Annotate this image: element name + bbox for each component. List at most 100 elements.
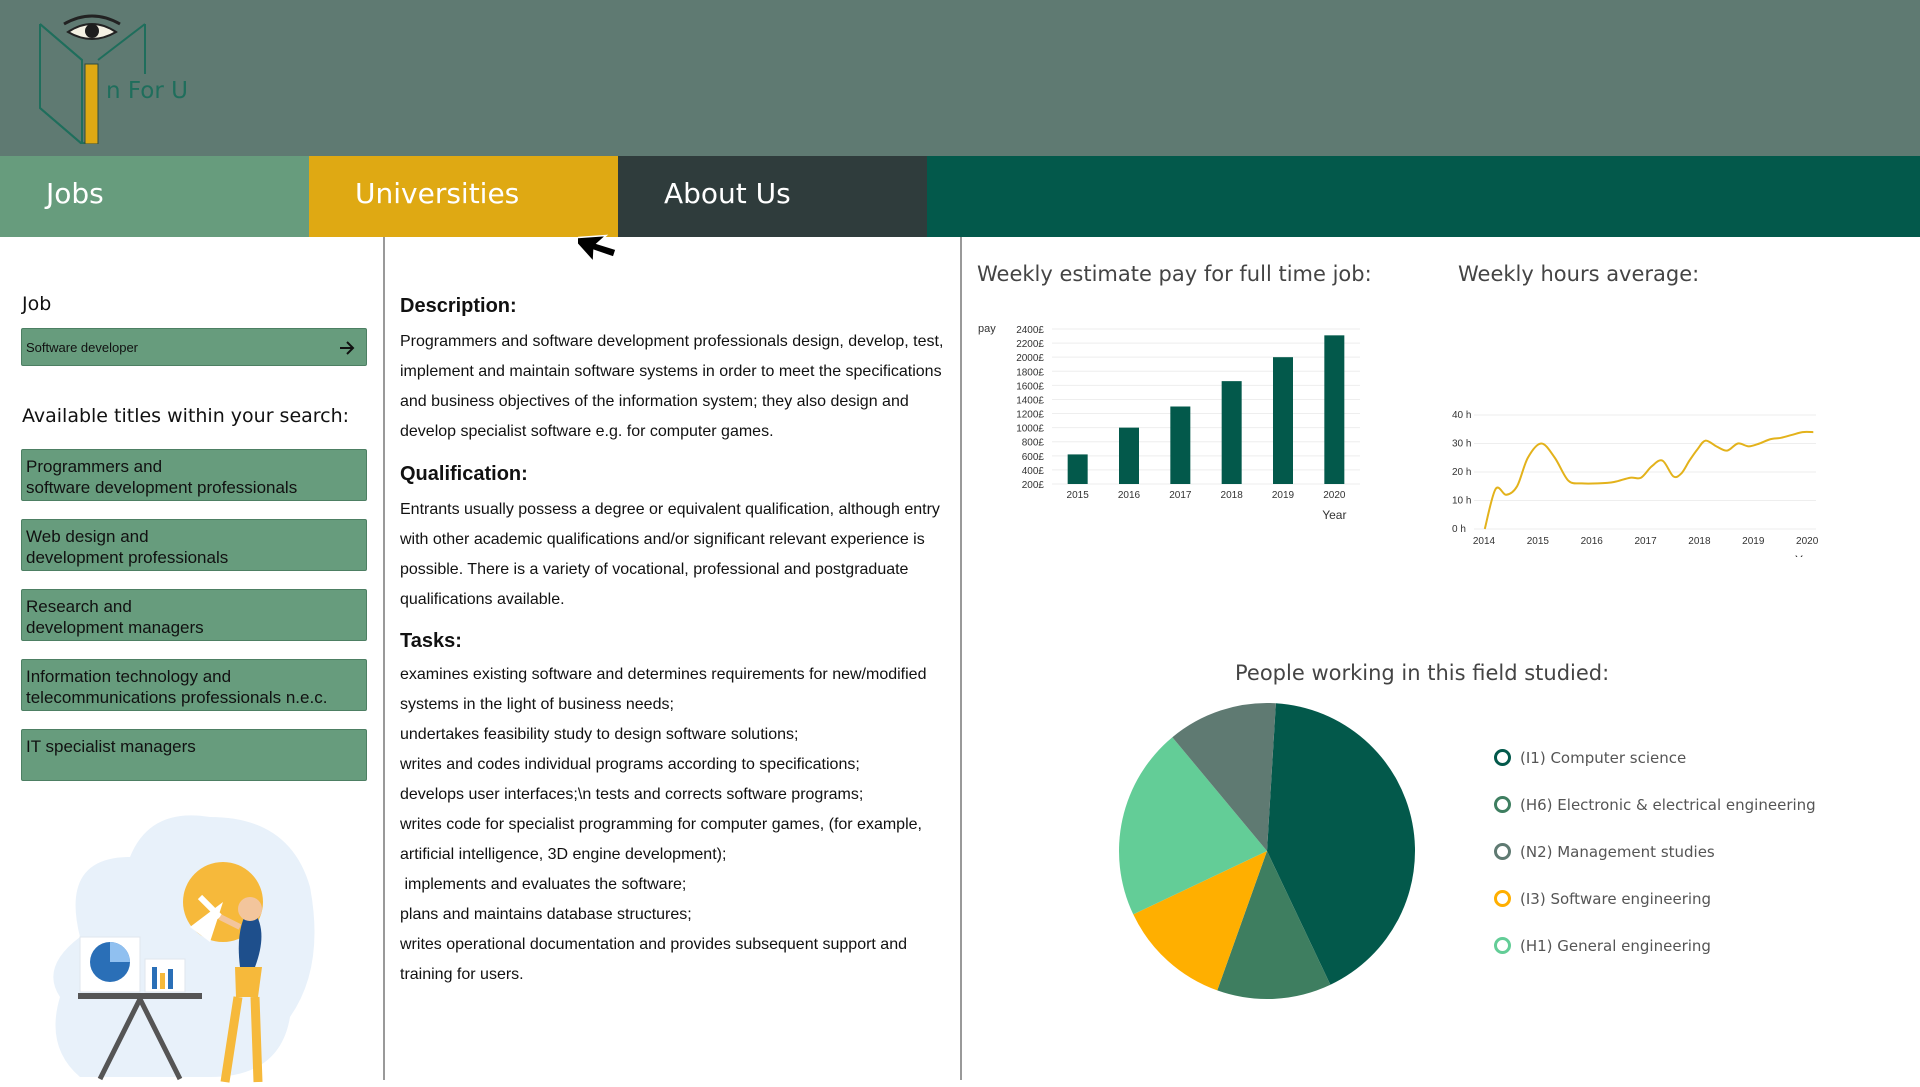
pay-bar-chart: pay 200£ 400£ 600£ 800£ 1000£ 1200£ 1400£ 1600£ 1… xyxy=(978,323,1360,519)
hours-line-chart: 0 h 10 h 20 h 30 h 40 h 2014 2015 2016 2017 2018 2… xyxy=(1452,410,1819,557)
y-tick-label: 1800£ xyxy=(1016,367,1044,378)
legend-label: (H6) Electronic & electrical engineering xyxy=(1520,796,1816,814)
job-details-panel: Description: Programmers and software de… xyxy=(400,237,948,1080)
arrow-right-icon[interactable] xyxy=(338,339,356,357)
y-tick-label: 20 h xyxy=(1452,467,1471,478)
statistics-panel: Weekly estimate pay for full time job: p… xyxy=(962,237,1920,1080)
y-tick-label: 400£ xyxy=(1022,466,1045,477)
x-tick-label: 2014 xyxy=(1473,536,1496,547)
y-tick-label: 2200£ xyxy=(1016,339,1044,350)
legend-label: (N2) Management studies xyxy=(1520,843,1715,861)
y-tick-label: 1600£ xyxy=(1016,381,1044,392)
task-line: writes operational documentation and pro… xyxy=(400,936,907,953)
title-card-line: IT specialist managers xyxy=(26,737,196,756)
bar-2019 xyxy=(1273,357,1293,484)
description-text: Programmers and software development pro… xyxy=(400,333,944,440)
y-tick-label: 1200£ xyxy=(1016,410,1044,421)
bar-2020 xyxy=(1324,335,1345,484)
y-tick-label: 40 h xyxy=(1452,410,1471,421)
x-tick-label: 2018 xyxy=(1688,536,1711,547)
legend-marker-icon xyxy=(1494,890,1511,907)
legend-item[interactable]: (N2) Management studies xyxy=(1494,843,1715,861)
x-tick-label: 2020 xyxy=(1796,536,1819,547)
bar-2016 xyxy=(1119,427,1139,484)
legend-item[interactable]: (H6) Electronic & electrical engineering xyxy=(1494,796,1816,814)
tab-about-us[interactable]: About Us xyxy=(618,156,927,237)
title-card-web-design[interactable]: Web design and development professionals xyxy=(21,519,367,571)
task-line: examines existing software and determine… xyxy=(400,666,927,683)
job-search-input[interactable]: Software developer xyxy=(21,328,367,366)
x-tick-label: 2019 xyxy=(1272,490,1295,501)
x-tick-label: 2020 xyxy=(1323,490,1346,501)
task-line: implements and evaluates the software; xyxy=(400,876,687,893)
legend-marker-icon xyxy=(1494,749,1511,766)
x-tick-label: 2017 xyxy=(1634,536,1657,547)
task-line: develops user interfaces;\n tests and co… xyxy=(400,786,864,803)
field-pie-chart xyxy=(1119,703,1415,999)
title-card-line: Information technology and xyxy=(26,667,232,686)
available-titles-heading: Available titles within your search: xyxy=(22,405,350,427)
y-tick-label: 0 h xyxy=(1452,524,1466,535)
qualification-text: Entrants usually possess a degree or equ… xyxy=(400,501,940,608)
title-card-line: development professionals xyxy=(26,548,229,567)
x-tick-label: 2015 xyxy=(1067,490,1090,501)
job-search-value[interactable]: Software developer xyxy=(26,340,138,355)
x-tick-label: 2017 xyxy=(1169,490,1192,501)
x-tick-label: 2018 xyxy=(1221,490,1244,501)
y-tick-label: 2400£ xyxy=(1016,325,1044,336)
pay-chart-title: Weekly estimate pay for full time job: xyxy=(977,262,1372,286)
legend-item[interactable]: (H1) General engineering xyxy=(1494,937,1711,955)
qualification-heading: Qualification: xyxy=(400,463,528,485)
y-tick-label: 30 h xyxy=(1452,439,1471,450)
legend-label: (I3) Software engineering xyxy=(1520,890,1712,908)
legend-marker-icon xyxy=(1494,843,1511,860)
y-tick-label: 2000£ xyxy=(1016,353,1044,364)
tab-jobs[interactable]: Jobs xyxy=(0,156,309,237)
legend-item[interactable]: (I3) Software engineering xyxy=(1494,890,1711,908)
data-analyst-illustration xyxy=(53,815,315,1083)
legend-item[interactable]: (I1) Computer science xyxy=(1494,749,1686,767)
legend-label: (H1) General engineering xyxy=(1520,937,1711,955)
y-axis-label: pay xyxy=(978,323,996,335)
task-line: training for users. xyxy=(400,966,524,983)
tasks-list: examines existing software and determine… xyxy=(400,660,948,990)
task-line: systems in the light of business needs; xyxy=(400,696,674,713)
title-card-it-managers[interactable]: IT specialist managers xyxy=(21,729,367,781)
bar-2015 xyxy=(1067,454,1088,484)
y-tick-label: 200£ xyxy=(1022,480,1045,491)
title-card-programmers[interactable]: Programmers and software development pro… xyxy=(21,449,367,501)
tab-universities[interactable]: Universities xyxy=(309,156,618,237)
task-line: writes and codes individual programs acc… xyxy=(400,756,860,773)
title-card-it-telecom[interactable]: Information technology and telecommunica… xyxy=(21,659,367,711)
title-card-line: telecommunications professionals n.e.c. xyxy=(26,688,328,707)
y-tick-label: 10 h xyxy=(1452,496,1471,507)
title-card-line: Web design and xyxy=(26,527,149,546)
title-card-line: development managers xyxy=(26,618,204,637)
search-panel: Job Software developer Available titles … xyxy=(0,237,384,1083)
bar-2018 xyxy=(1221,381,1242,484)
tasks-heading: Tasks: xyxy=(400,630,462,652)
hours-series-line xyxy=(1483,430,1814,530)
description-heading: Description: xyxy=(400,295,517,317)
x-tick-label: 2015 xyxy=(1527,536,1550,547)
nav-bar: Jobs Universities About Us xyxy=(0,156,1920,237)
title-card-line: software development professionals xyxy=(26,478,298,497)
task-line: writes code for specialist programming f… xyxy=(400,816,922,833)
x-axis-label: Year xyxy=(1795,553,1819,557)
pie-chart-title: People working in this field studied: xyxy=(1235,661,1610,685)
y-tick-label: 1400£ xyxy=(1016,395,1044,406)
legend-label: (I1) Computer science xyxy=(1520,749,1687,767)
y-tick-label: 600£ xyxy=(1022,452,1045,463)
job-search-label: Job xyxy=(22,293,52,315)
y-tick-label: 800£ xyxy=(1022,438,1045,449)
header-banner: n For U xyxy=(0,0,1920,156)
x-tick-label: 2016 xyxy=(1581,536,1604,547)
hours-chart-title: Weekly hours average: xyxy=(1458,262,1700,286)
y-tick-label: 1000£ xyxy=(1016,424,1044,435)
legend-marker-icon xyxy=(1494,937,1511,954)
task-line: undertakes feasibility study to design s… xyxy=(400,726,799,743)
logo-text: n For U xyxy=(106,78,188,104)
title-card-line: Programmers and xyxy=(26,457,163,476)
x-tick-label: 2016 xyxy=(1118,490,1141,501)
title-card-research[interactable]: Research and development managers xyxy=(21,589,367,641)
